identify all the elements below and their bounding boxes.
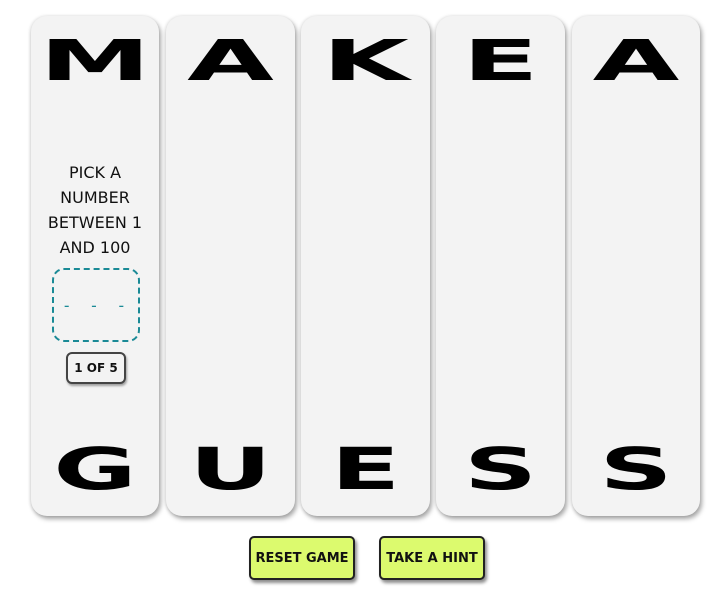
prompt-line: PICK A [68, 163, 122, 182]
reset-game-button[interactable]: RESET GAME [249, 536, 355, 580]
card-top-letter: K [322, 29, 409, 94]
card-bottom-letter: S [463, 435, 538, 503]
card-bottom-letter: G [53, 435, 137, 503]
card-bottom-letter: S [599, 435, 673, 503]
attempt-counter: 1 OF 5 [66, 352, 126, 384]
letter-card-2[interactable]: A U [166, 16, 295, 516]
card-bottom-letter: U [189, 435, 272, 503]
letter-card-1: M PICK A NUMBER BETWEEN 1 AND 100 - - - … [31, 16, 159, 516]
letter-card-3[interactable]: K E [301, 16, 430, 516]
letter-card-5[interactable]: A S [572, 16, 700, 516]
card-top-letter: A [187, 29, 274, 94]
prompt-line: NUMBER [60, 188, 130, 207]
card-bottom-letter: E [330, 435, 401, 503]
letter-card-4[interactable]: E S [436, 16, 565, 516]
take-a-hint-button[interactable]: TAKE A HINT [379, 536, 485, 580]
card-top-letter: M [39, 29, 151, 94]
card-top-letter: E [462, 29, 539, 94]
card-top-letter: A [592, 29, 680, 94]
prompt-line: AND 100 [59, 238, 131, 257]
prompt-line: BETWEEN 1 [47, 213, 143, 232]
guess-input[interactable]: - - - [52, 268, 140, 342]
guess-prompt: PICK A NUMBER BETWEEN 1 AND 100 [41, 160, 149, 260]
